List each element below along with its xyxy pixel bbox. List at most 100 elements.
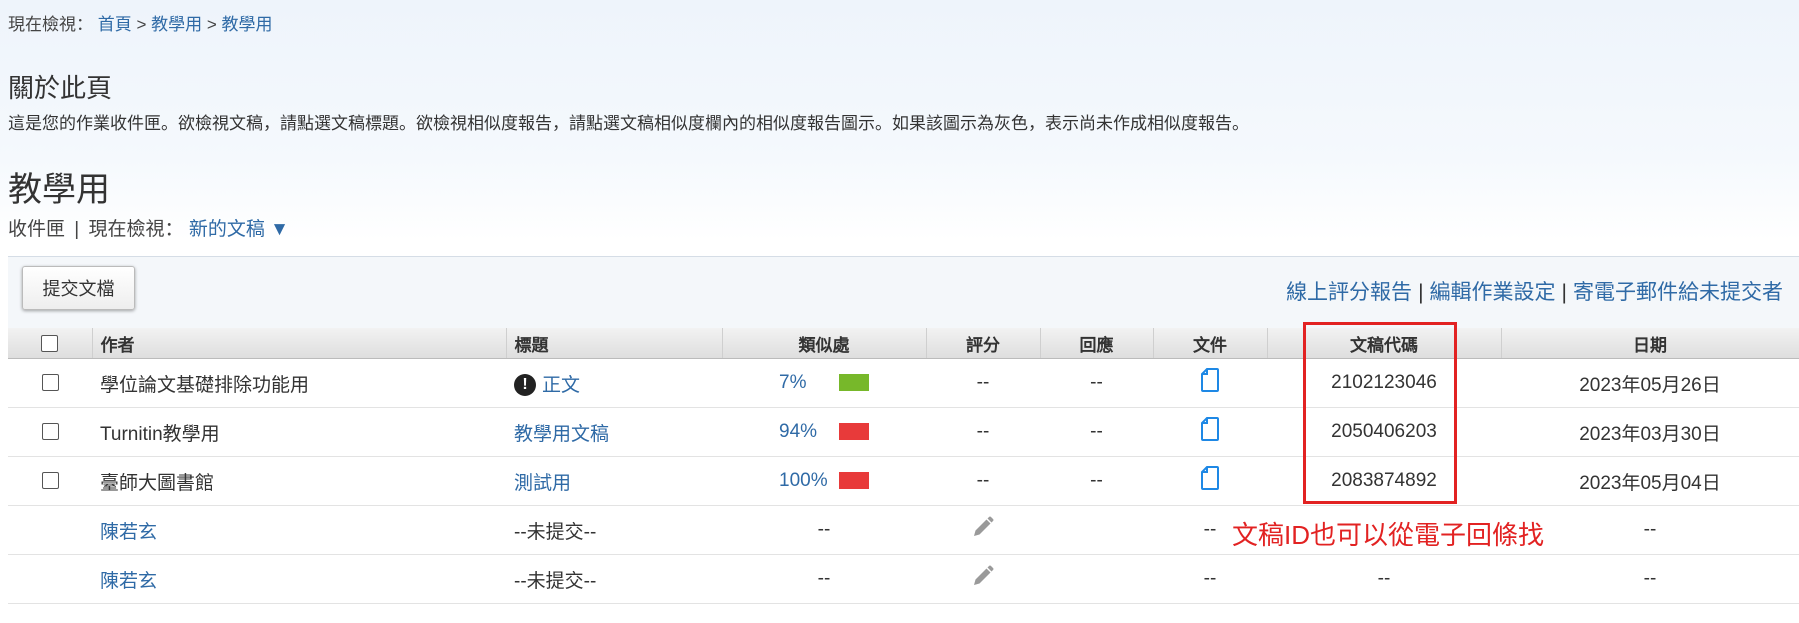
view-select-dropdown[interactable]: 新的文稿 ▼ (189, 219, 289, 240)
file-cell (1153, 407, 1267, 457)
title-cell: 教學用文稿 (506, 407, 722, 457)
title-cell: --未提交-- (506, 554, 722, 604)
header-author[interactable]: 作者 (92, 328, 507, 359)
document-icon[interactable] (1201, 466, 1219, 496)
viewing-label: 現在檢視： (88, 219, 184, 240)
file-cell (1153, 358, 1267, 408)
row-checkbox[interactable] (41, 472, 59, 490)
similarity-percent[interactable]: 94% (779, 421, 827, 443)
email-non-submitters-link[interactable]: 寄電子郵件給未提交者 (1573, 281, 1783, 304)
author-cell: 臺師大圖書館 (92, 456, 506, 506)
file-cell (1153, 456, 1267, 506)
date-cell: 2023年03月30日 (1501, 407, 1799, 457)
grade-cell: -- (926, 358, 1040, 408)
select-all-header (8, 328, 93, 359)
subnav: 收件匣 | 現在檢視： 新的文稿 ▼ (8, 214, 289, 241)
paper-id-cell: -- (1267, 554, 1501, 604)
paper-id-cell: 2083874892 (1267, 456, 1501, 506)
response-cell: -- (1040, 456, 1153, 506)
similarity-bar[interactable] (839, 423, 869, 441)
row-select-cell (8, 407, 92, 457)
breadcrumb-home[interactable]: 首頁 (98, 15, 132, 34)
similarity-bar[interactable] (839, 472, 869, 490)
table-row: 學位論文基礎排除功能用 ! 正文 7% -- -- 2102123046 2023… (8, 358, 1799, 408)
breadcrumb-separator: > (136, 15, 147, 34)
row-select-cell (8, 456, 92, 506)
annotation-text: 文稿ID也可以從電子回條找 (1232, 520, 1545, 550)
author-cell: 陳若玄 (92, 554, 506, 604)
header-grade[interactable]: 評分 (926, 328, 1041, 359)
grade-cell (926, 554, 1040, 604)
submit-file-button[interactable]: 提交文檔 (22, 266, 135, 310)
paper-title-link[interactable]: 教學用文稿 (514, 424, 609, 445)
header-title[interactable]: 標題 (506, 328, 723, 359)
table-header-row: 作者 標題 類似處 評分 回應 文件 文稿代碼 日期 (8, 328, 1799, 359)
paper-title-link[interactable]: 正文 (542, 375, 580, 396)
row-select-cell (8, 554, 92, 604)
breadcrumb-prefix: 現在檢視： (8, 15, 93, 34)
grade-cell: -- (926, 456, 1040, 506)
about-text: 這是您的作業收件匣。欲檢視文稿，請點選文稿標題。欲檢視相似度報告，請點選文稿相似… (8, 114, 1249, 133)
title-cell: ! 正文 (506, 358, 722, 408)
author-cell: 陳若玄 (92, 505, 506, 555)
alert-icon: ! (514, 374, 536, 397)
response-cell (1040, 554, 1153, 604)
table-row: 臺師大圖書館 測試用 100% -- -- 2083874892 2023年05… (8, 456, 1799, 506)
similarity-bar[interactable] (839, 374, 869, 392)
paper-id-cell: 2050406203 (1267, 407, 1501, 457)
toolbar-separator: | (1561, 281, 1567, 304)
inbox-table: 作者 標題 類似處 評分 回應 文件 文稿代碼 日期 學位論文基礎排除功能用 !… (8, 328, 1799, 604)
date-cell: 2023年05月04日 (1501, 456, 1799, 506)
pencil-icon[interactable] (971, 564, 995, 594)
similarity-cell[interactable]: 7% (722, 358, 926, 408)
response-cell: -- (1040, 407, 1153, 457)
response-cell (1040, 505, 1153, 555)
response-cell: -- (1040, 358, 1153, 408)
document-icon[interactable] (1201, 368, 1219, 398)
student-name-link[interactable]: 陳若玄 (100, 522, 157, 543)
author-cell: Turnitin教學用 (92, 407, 506, 457)
breadcrumb-class[interactable]: 教學用 (151, 15, 202, 34)
similarity-cell: -- (722, 505, 926, 555)
paper-title-link[interactable]: 測試用 (514, 473, 571, 494)
row-select-cell (8, 358, 92, 408)
pencil-icon[interactable] (971, 515, 995, 545)
similarity-cell: -- (722, 554, 926, 604)
toolbar-links: 線上評分報告 | 編輯作業設定 | 寄電子郵件給未提交者 (1286, 276, 1783, 306)
edit-assignment-settings-link[interactable]: 編輯作業設定 (1430, 281, 1556, 304)
header-response[interactable]: 回應 (1040, 328, 1154, 359)
file-cell: -- (1153, 554, 1267, 604)
document-icon[interactable] (1201, 417, 1219, 447)
select-all-checkbox[interactable] (41, 335, 59, 353)
subnav-separator: | (74, 219, 80, 240)
date-cell: 2023年05月26日 (1501, 358, 1799, 408)
table-row: Turnitin教學用 教學用文稿 94% -- -- 2050406203 2… (8, 407, 1799, 457)
header-file[interactable]: 文件 (1153, 328, 1268, 359)
title-cell: 測試用 (506, 456, 722, 506)
breadcrumb-separator: > (206, 15, 217, 34)
similarity-percent[interactable]: 100% (779, 470, 828, 492)
inbox-toolbar: 提交文檔 線上評分報告 | 編輯作業設定 | 寄電子郵件給未提交者 (8, 256, 1799, 329)
about-title: 關於此頁 (8, 73, 113, 103)
date-cell: -- (1501, 554, 1799, 604)
grademark-report-link[interactable]: 線上評分報告 (1286, 281, 1412, 304)
table-row: 陳若玄 --未提交-- -- -- -- -- (8, 554, 1799, 604)
paper-id-cell: 2102123046 (1267, 358, 1501, 408)
similarity-percent[interactable]: 7% (779, 372, 827, 394)
student-name-link[interactable]: 陳若玄 (100, 571, 157, 592)
toolbar-separator: | (1418, 281, 1424, 304)
date-cell: -- (1501, 505, 1799, 555)
similarity-cell[interactable]: 94% (722, 407, 926, 457)
row-checkbox[interactable] (41, 423, 59, 441)
header-paper-id[interactable]: 文稿代碼 (1267, 328, 1502, 359)
header-similarity[interactable]: 類似處 (722, 328, 927, 359)
similarity-cell[interactable]: 100% (722, 456, 926, 506)
grade-cell (926, 505, 1040, 555)
grade-cell: -- (926, 407, 1040, 457)
row-checkbox[interactable] (41, 374, 59, 392)
breadcrumb: 現在檢視： 首頁 > 教學用 > 教學用 (8, 10, 273, 35)
header-date[interactable]: 日期 (1501, 328, 1799, 359)
row-select-cell (8, 505, 92, 555)
breadcrumb-assignment[interactable]: 教學用 (222, 15, 273, 34)
inbox-label: 收件匣 (8, 219, 66, 240)
